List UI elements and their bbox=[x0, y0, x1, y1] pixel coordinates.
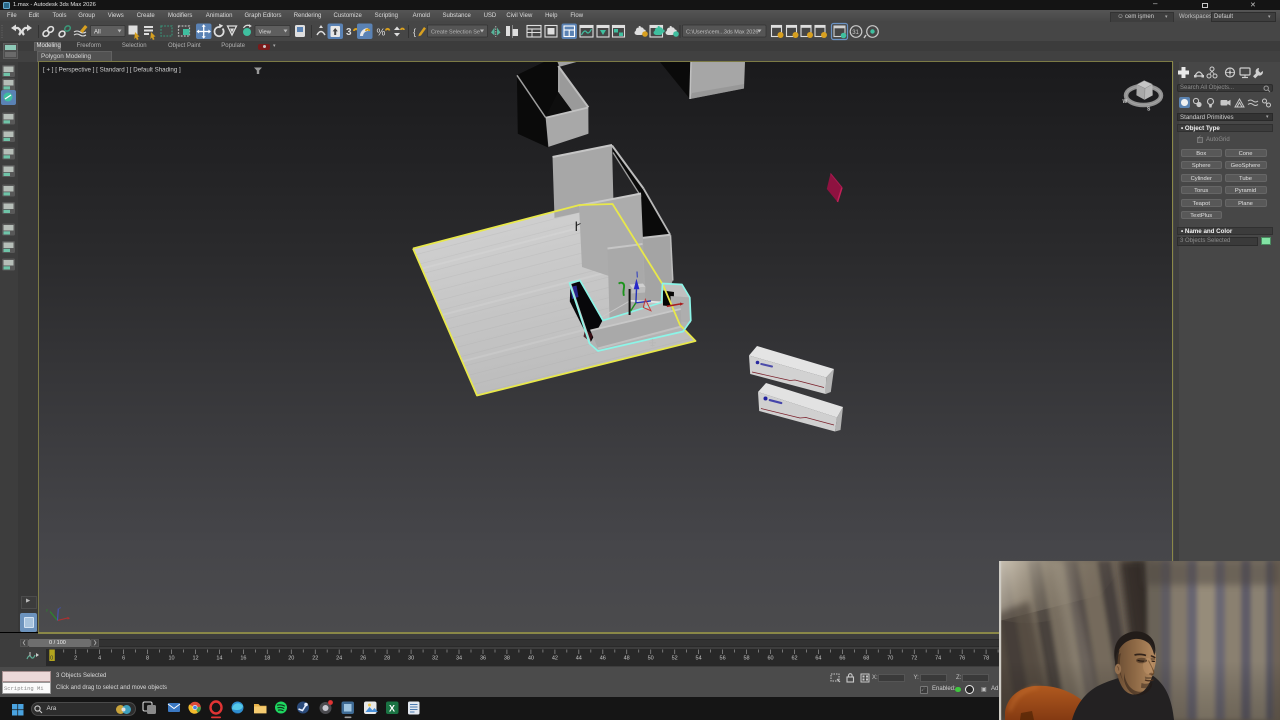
svg-text:36: 36 bbox=[480, 656, 486, 662]
svg-text:14: 14 bbox=[216, 656, 222, 662]
svg-text:12: 12 bbox=[192, 656, 198, 662]
svg-text:56: 56 bbox=[720, 656, 726, 662]
svg-text:All: All bbox=[94, 30, 101, 36]
svg-text:16: 16 bbox=[240, 656, 246, 662]
svg-text:31: 31 bbox=[852, 30, 859, 36]
svg-text:66: 66 bbox=[839, 656, 845, 662]
svg-text:32: 32 bbox=[432, 656, 438, 662]
svg-text:6: 6 bbox=[122, 656, 125, 662]
svg-text:W: W bbox=[1123, 99, 1128, 105]
svg-text:%: % bbox=[377, 28, 386, 39]
svg-text:{: { bbox=[413, 27, 416, 37]
svg-text:76: 76 bbox=[959, 656, 965, 662]
svg-text:18: 18 bbox=[264, 656, 270, 662]
svg-text:64: 64 bbox=[815, 656, 821, 662]
svg-text:70: 70 bbox=[887, 656, 893, 662]
svg-text:34: 34 bbox=[456, 656, 462, 662]
svg-text:62: 62 bbox=[791, 656, 797, 662]
svg-text:Create Selection Se: Create Selection Se bbox=[431, 30, 480, 36]
svg-text:44: 44 bbox=[576, 656, 582, 662]
svg-text:52: 52 bbox=[672, 656, 678, 662]
svg-text:58: 58 bbox=[743, 656, 749, 662]
svg-text:10: 10 bbox=[168, 656, 174, 662]
svg-text:8: 8 bbox=[146, 656, 149, 662]
svg-text:78: 78 bbox=[983, 656, 989, 662]
svg-text:S: S bbox=[1147, 107, 1151, 113]
svg-text:0: 0 bbox=[50, 656, 53, 662]
svg-text:50: 50 bbox=[648, 656, 654, 662]
svg-text:[ + ] [ Perspective ] [ Standa: [ + ] [ Perspective ] [ Standard ] [ Def… bbox=[43, 67, 181, 74]
svg-text:60: 60 bbox=[767, 656, 773, 662]
svg-text:72: 72 bbox=[911, 656, 917, 662]
svg-text:42: 42 bbox=[552, 656, 558, 662]
svg-text:4: 4 bbox=[98, 656, 101, 662]
svg-text:54: 54 bbox=[696, 656, 702, 662]
svg-text:48: 48 bbox=[624, 656, 630, 662]
svg-text:C:\Users\cem...3ds Max 2026: C:\Users\cem...3ds Max 2026 bbox=[686, 30, 758, 36]
svg-text:38: 38 bbox=[504, 656, 510, 662]
svg-text:74: 74 bbox=[935, 656, 941, 662]
svg-text:68: 68 bbox=[863, 656, 869, 662]
svg-text:View: View bbox=[259, 30, 272, 36]
svg-text:22: 22 bbox=[312, 656, 318, 662]
svg-text:46: 46 bbox=[600, 656, 606, 662]
svg-text:2: 2 bbox=[74, 656, 77, 662]
svg-text:30: 30 bbox=[408, 656, 414, 662]
svg-text:z: z bbox=[59, 605, 61, 610]
svg-text:26: 26 bbox=[360, 656, 366, 662]
svg-text:X: X bbox=[389, 704, 395, 714]
svg-text:40: 40 bbox=[528, 656, 534, 662]
svg-text:3: 3 bbox=[346, 27, 352, 38]
svg-text:20: 20 bbox=[288, 656, 294, 662]
svg-text:y: y bbox=[46, 607, 48, 612]
svg-text:24: 24 bbox=[336, 656, 342, 662]
svg-text:28: 28 bbox=[384, 656, 390, 662]
